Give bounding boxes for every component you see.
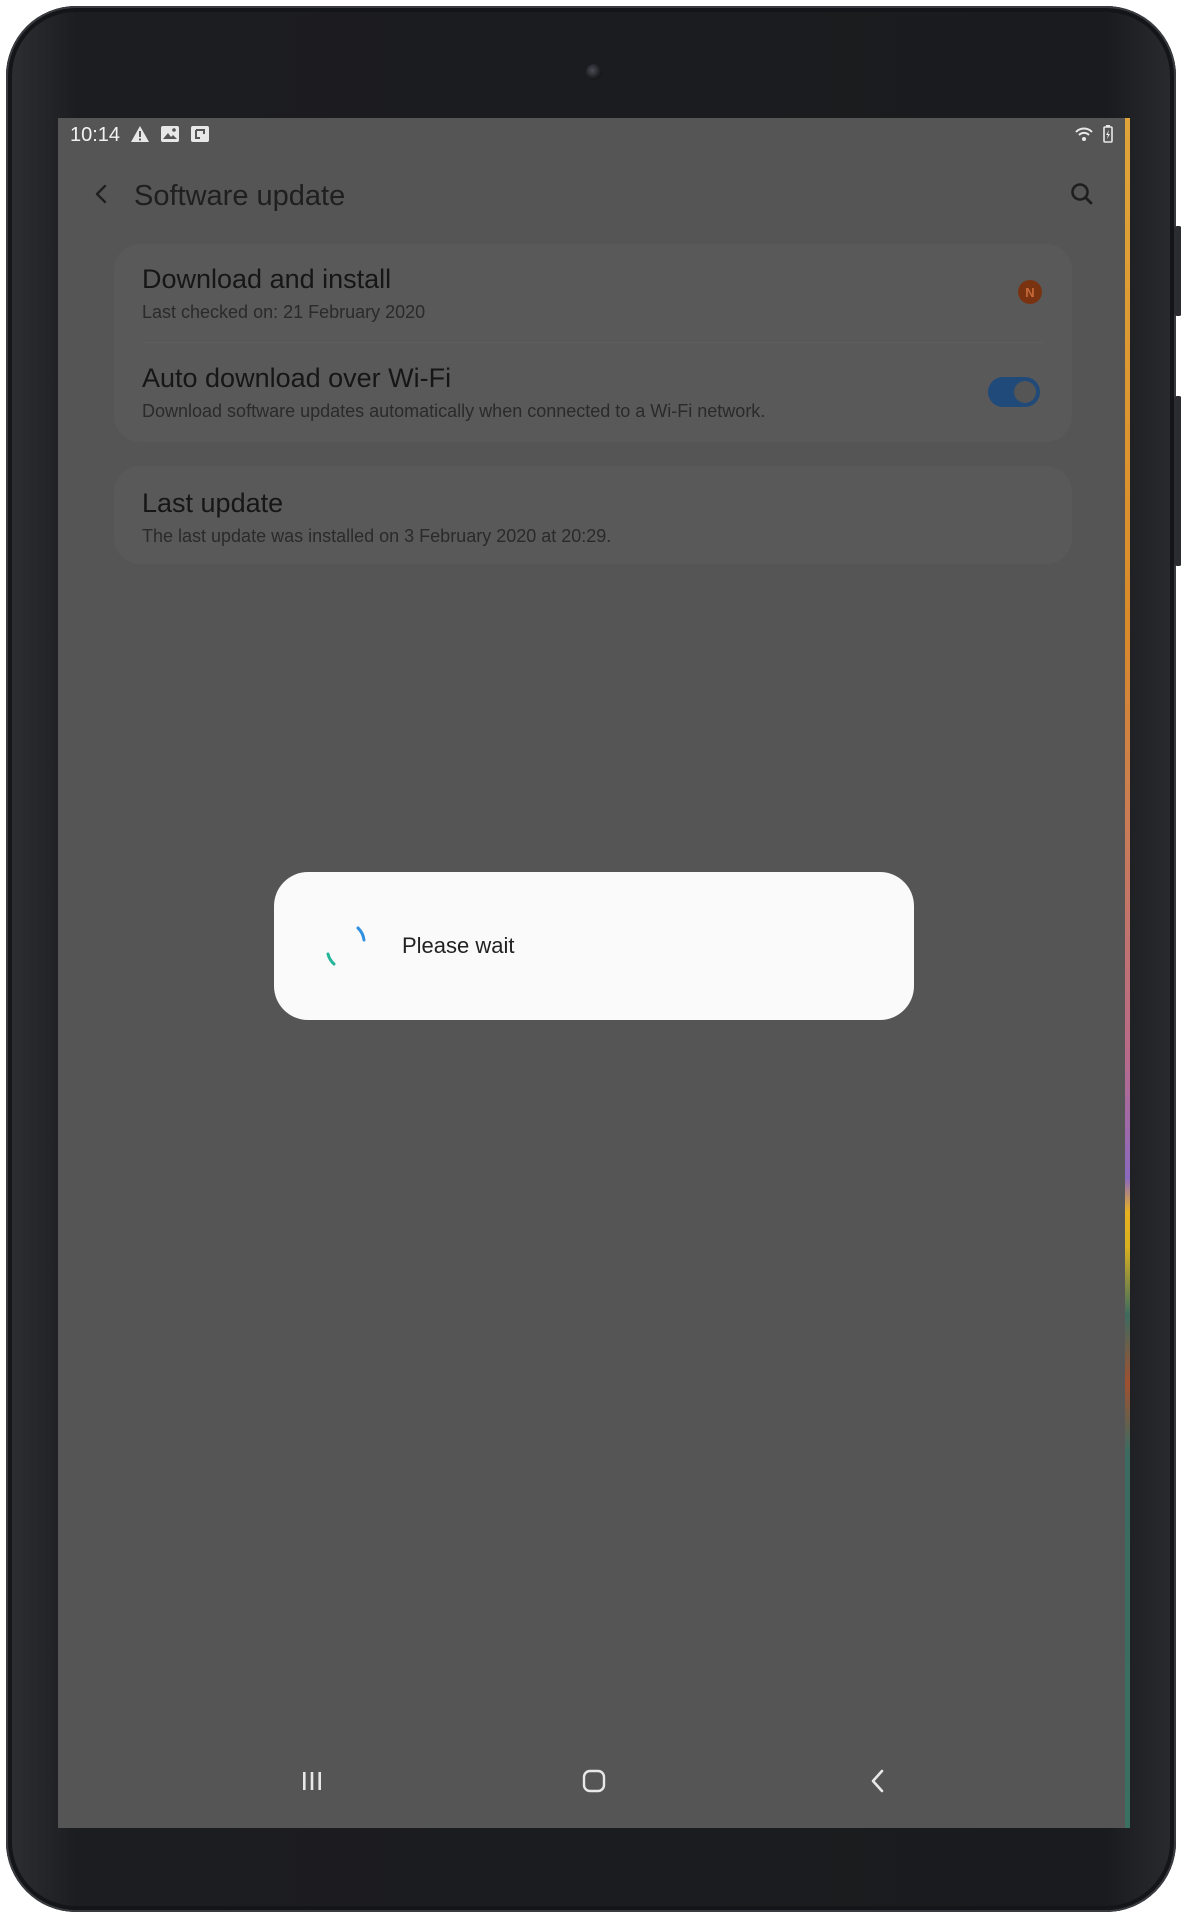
battery-icon [1098, 124, 1118, 144]
navigate-up-button[interactable] [82, 176, 122, 216]
last-checked-text: Last checked on: 21 February 2020 [142, 302, 426, 322]
edge-lighting [1125, 118, 1130, 1828]
settings-card-updates: Download and install Last checked on: 21… [114, 244, 1072, 442]
tablet-device-frame: 10:14 Software update Download and insta… [6, 6, 1181, 1912]
new-badge: N [1018, 280, 1042, 304]
auto-download-description: Download software updates automatically … [142, 401, 766, 421]
home-button[interactable] [564, 1758, 624, 1808]
recents-icon [299, 1770, 325, 1797]
power-button [1174, 396, 1181, 566]
last-update-description: The last update was installed on 3 Febru… [142, 526, 612, 546]
wifi-icon [1074, 124, 1094, 144]
screenshot-icon [190, 124, 210, 144]
progress-spinner-icon [320, 920, 372, 972]
screen: 10:14 Software update Download and insta… [58, 118, 1130, 1828]
toggle-knob [1012, 379, 1038, 405]
download-and-install-title: Download and install [142, 264, 392, 294]
please-wait-dialog: Please wait [274, 872, 914, 1020]
dialog-message: Please wait [402, 933, 515, 958]
last-update-item[interactable]: Last update The last update was installe… [114, 466, 1072, 564]
app-bar: Software update [58, 158, 1130, 238]
settings-card-last-update: Last update The last update was installe… [114, 466, 1072, 564]
status-time: 10:14 [70, 124, 121, 146]
last-update-title: Last update [142, 488, 284, 518]
page-title: Software update [134, 180, 346, 212]
navigation-bar [58, 1738, 1130, 1828]
search-button[interactable] [1062, 176, 1102, 216]
back-icon [866, 1768, 890, 1799]
download-and-install-item[interactable]: Download and install Last checked on: 21… [114, 244, 1072, 342]
home-icon [581, 1768, 607, 1799]
recents-button[interactable] [282, 1758, 342, 1808]
auto-download-title: Auto download over Wi-Fi [142, 363, 452, 393]
volume-button [1174, 226, 1181, 316]
warning-icon [130, 124, 150, 144]
search-icon [1069, 181, 1095, 212]
image-icon [160, 124, 180, 144]
auto-download-wifi-item[interactable]: Auto download over Wi-Fi Download softwa… [114, 343, 1072, 442]
status-bar: 10:14 [58, 118, 1130, 154]
back-button[interactable] [848, 1758, 908, 1808]
chevron-left-icon [91, 183, 113, 210]
front-camera [586, 64, 602, 80]
auto-download-toggle[interactable] [988, 377, 1040, 407]
